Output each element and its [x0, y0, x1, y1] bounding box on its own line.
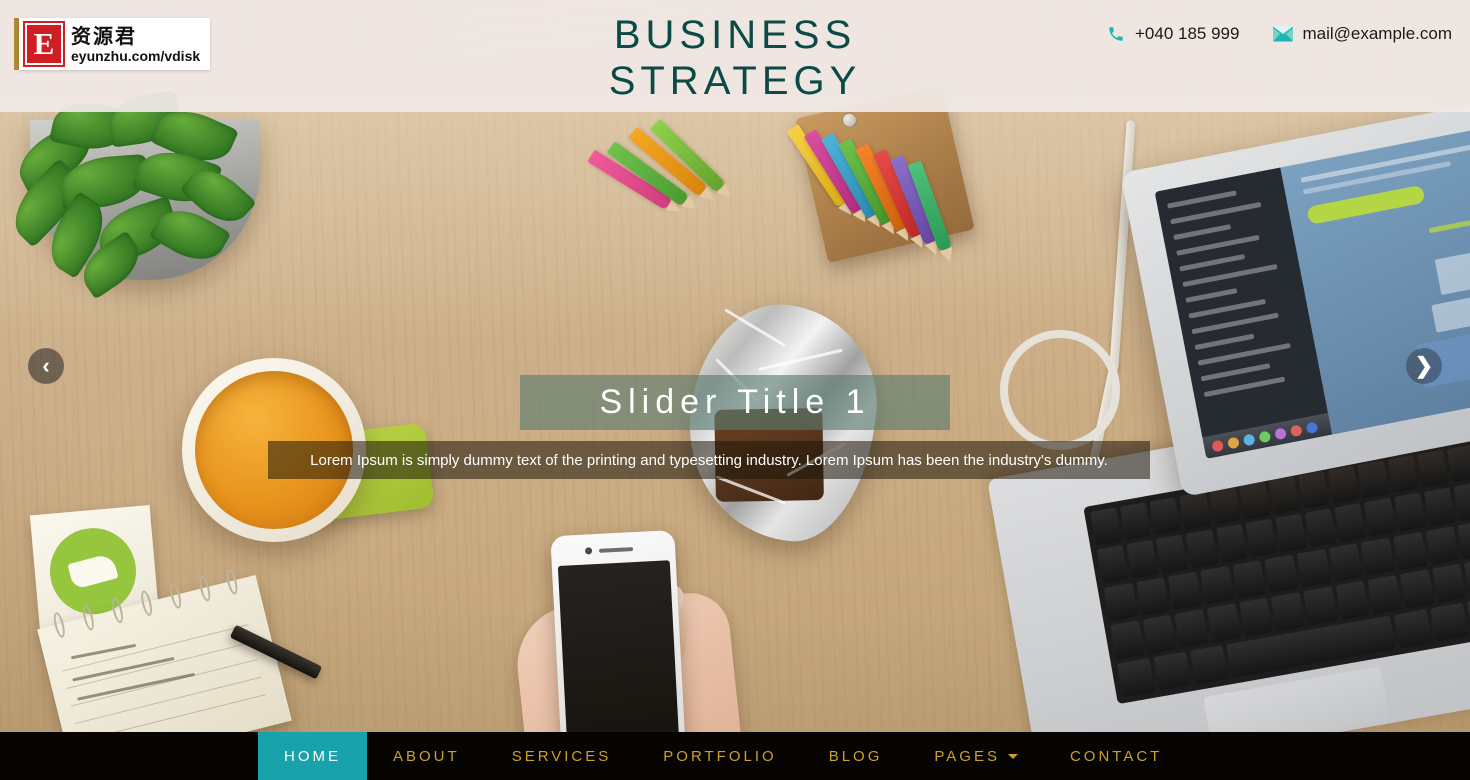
potted-plant	[1, 90, 275, 300]
slider-title: Slider Title 1	[520, 375, 950, 430]
nav-item-pages[interactable]: PAGES	[908, 732, 1044, 780]
site-logo[interactable]: E 资源君 eyunzhu.com/vdisk	[14, 18, 211, 70]
contact-phone[interactable]: +040 185 999	[1106, 24, 1239, 44]
phone-icon	[1106, 24, 1126, 44]
phone-number: +040 185 999	[1135, 24, 1240, 43]
logo-mark	[67, 552, 119, 590]
envelope-icon	[1273, 24, 1294, 44]
nav-item-services[interactable]: SERVICES	[486, 732, 638, 780]
phone-screen	[557, 560, 679, 732]
main-navigation: HOME ABOUT SERVICES PORTFOLIO BLOG PAGES…	[0, 732, 1470, 780]
nav-label-pages: PAGES	[934, 747, 1000, 765]
smartphone	[550, 529, 686, 732]
logo-box: E 资源君 eyunzhu.com/vdisk	[19, 18, 211, 70]
slider-next-arrow-icon[interactable]: ❯	[1406, 348, 1442, 384]
screen-highlight-bar	[1306, 184, 1426, 225]
phone-camera	[584, 547, 593, 555]
nav-item-blog[interactable]: BLOG	[803, 732, 909, 780]
nav-item-contact[interactable]: CONTACT	[1044, 732, 1188, 780]
slider-prev-arrow-icon[interactable]: ‹	[28, 348, 64, 384]
nav-left-spacer	[0, 732, 258, 780]
nav-item-home[interactable]: HOME	[258, 732, 367, 780]
phone-speaker	[598, 547, 634, 553]
logo-chinese-text: 资源君	[71, 23, 137, 48]
header-contact-info: +040 185 999 mail@example.com	[1106, 24, 1452, 44]
contact-email[interactable]: mail@example.com	[1273, 24, 1452, 44]
site-header: E 资源君 eyunzhu.com/vdisk BUSINESS STRATEG…	[0, 0, 1470, 112]
colored-pencils	[587, 110, 975, 260]
email-address: mail@example.com	[1302, 24, 1452, 43]
green-logo-circle	[46, 524, 140, 618]
nav-label-services: SERVICES	[511, 747, 612, 765]
logo-letter-icon: E	[23, 21, 65, 67]
screen-sidebar	[1154, 167, 1333, 459]
nav-label-contact: CONTACT	[1069, 747, 1163, 765]
nav-label-about: ABOUT	[393, 747, 460, 765]
laptop-screen	[1154, 123, 1470, 459]
logo-url-text: eyunzhu.com/vdisk	[71, 47, 201, 64]
chevron-down-icon	[1007, 753, 1018, 759]
nav-label-blog: BLOG	[828, 747, 883, 765]
nav-label-home: HOME	[284, 747, 341, 765]
cable-loop	[1000, 330, 1120, 450]
nav-item-about[interactable]: ABOUT	[367, 732, 486, 780]
screen-dock	[1202, 412, 1333, 459]
page-title: BUSINESS STRATEGY	[608, 13, 862, 104]
nav-item-portfolio[interactable]: PORTFOLIO	[637, 732, 802, 780]
slider-description: Lorem Ipsum is simply dummy text of the …	[268, 441, 1150, 479]
logo-text: 资源君 eyunzhu.com/vdisk	[71, 26, 200, 63]
nav-label-portfolio: PORTFOLIO	[663, 747, 777, 765]
page-root: E 资源君 eyunzhu.com/vdisk BUSINESS STRATEG…	[0, 0, 1470, 780]
